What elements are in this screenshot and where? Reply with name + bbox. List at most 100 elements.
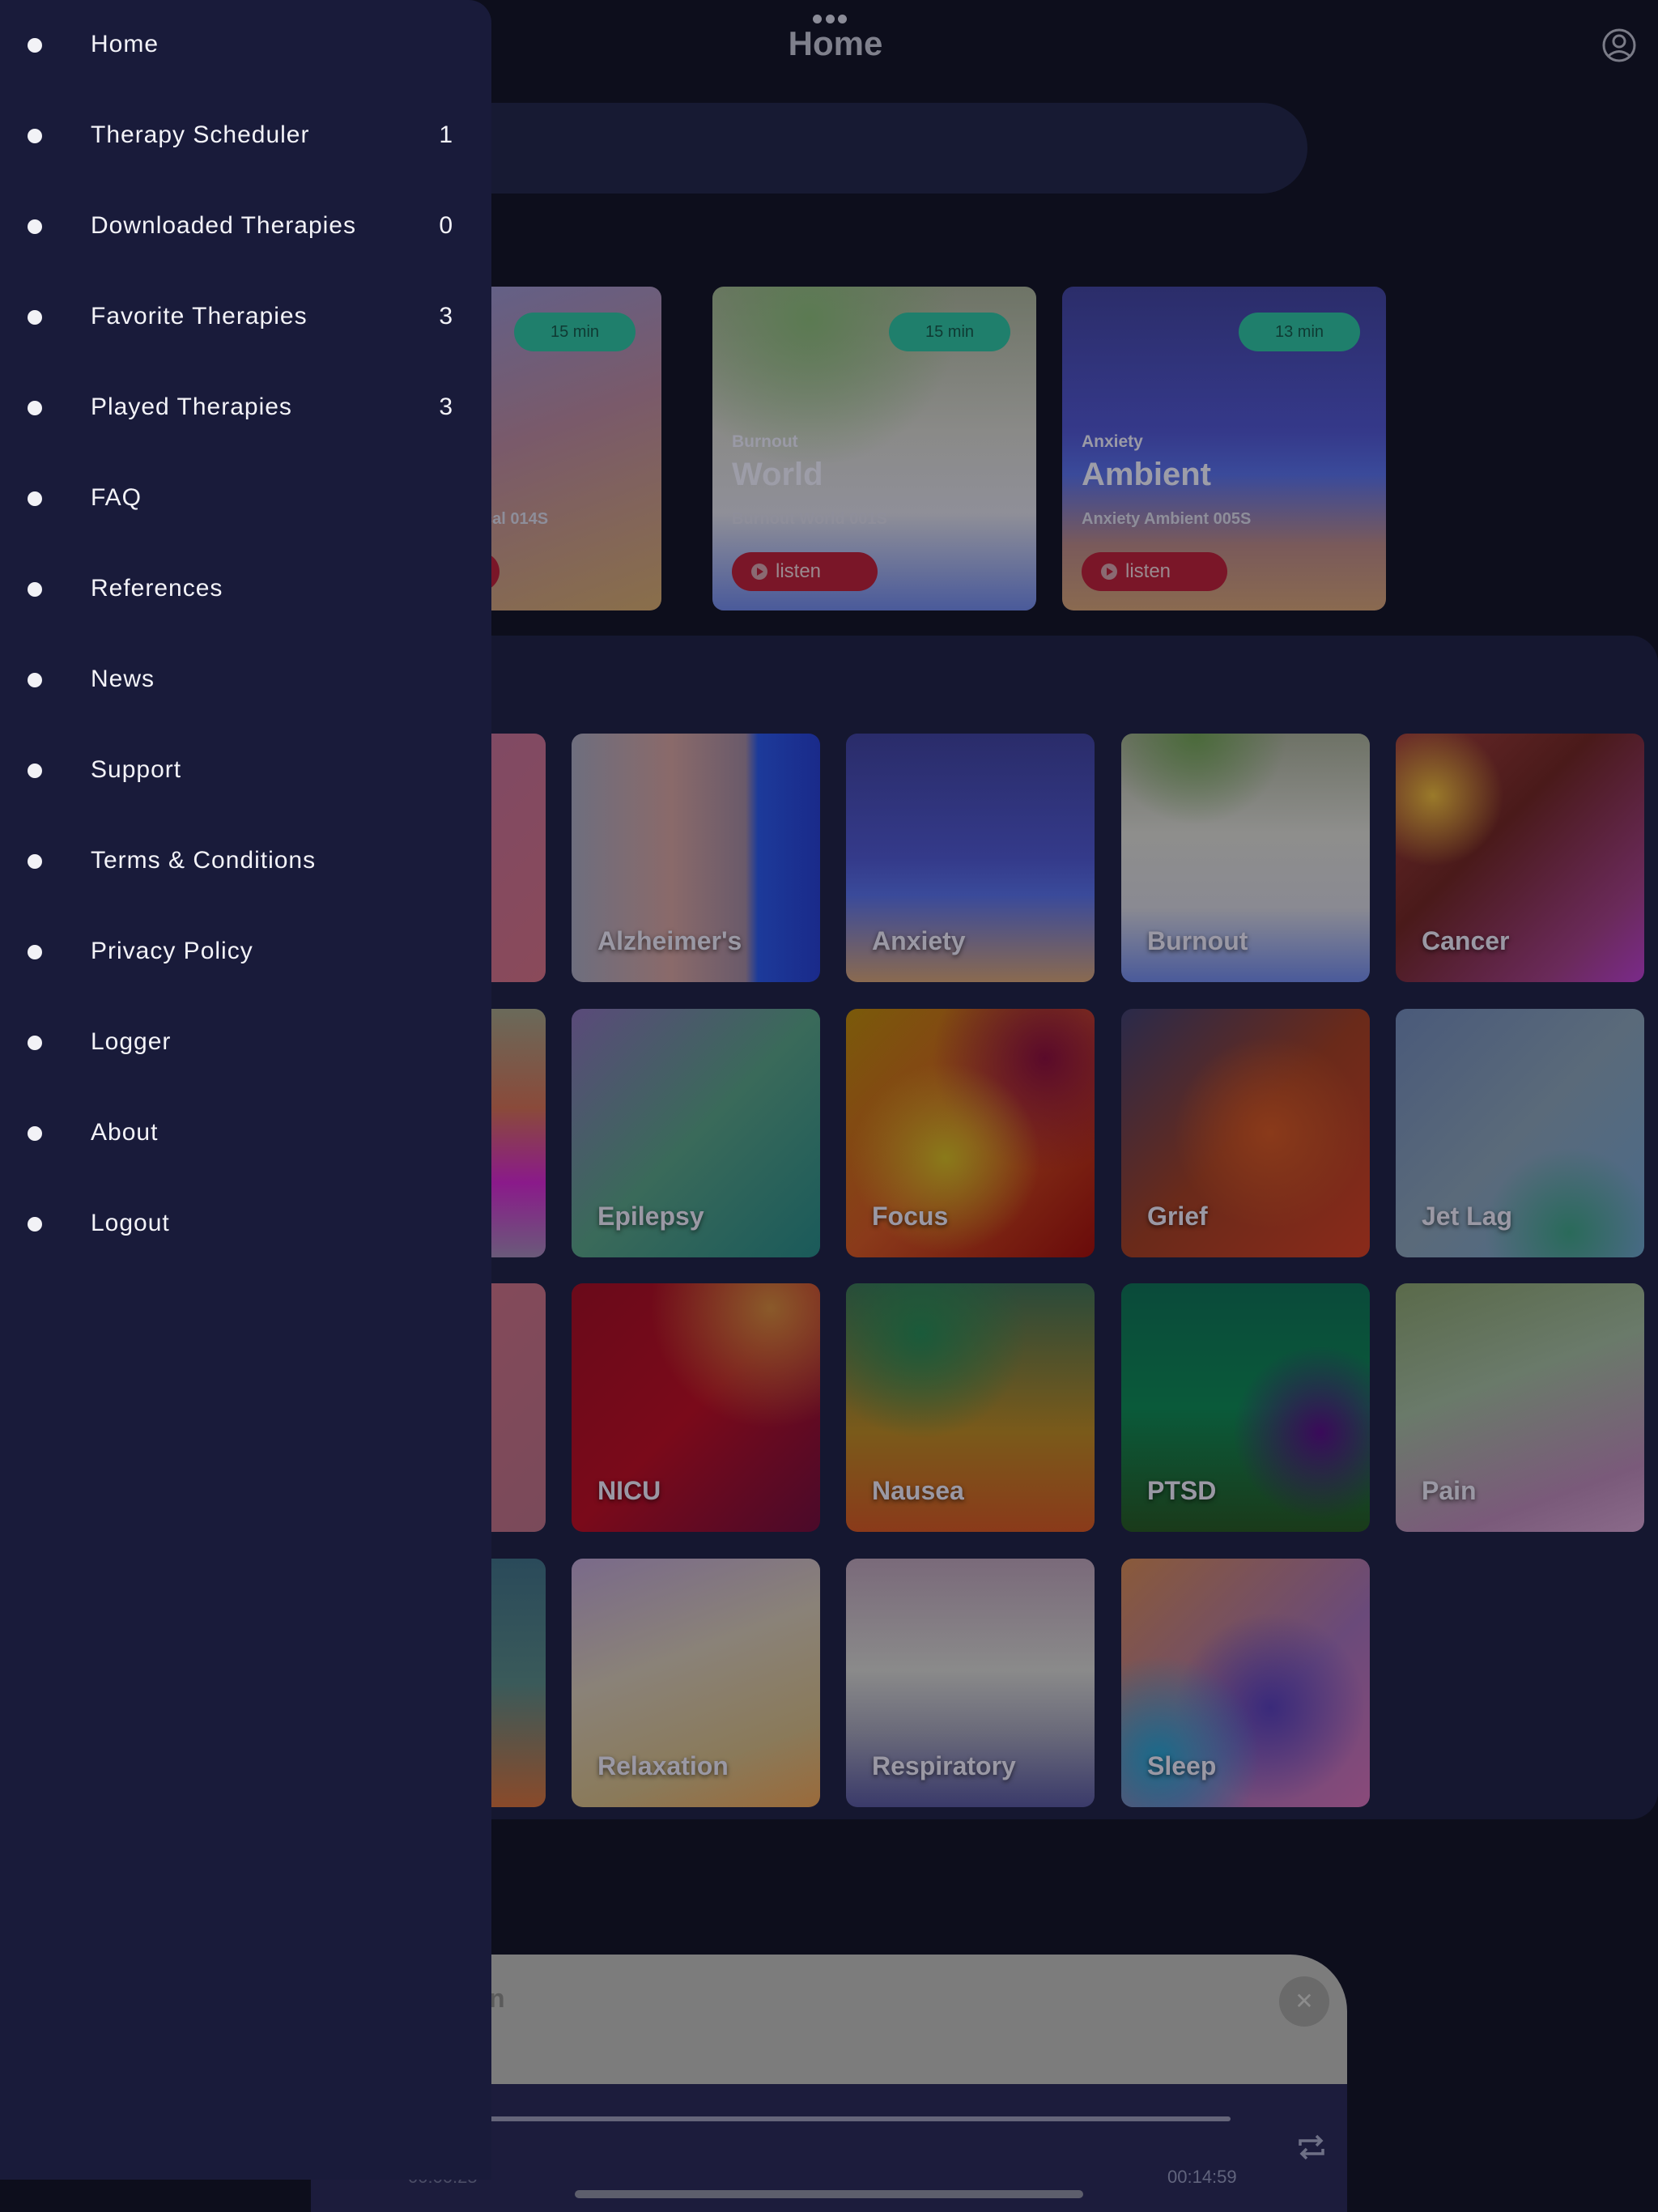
menu-item-faq[interactable]: FAQ — [0, 453, 491, 544]
category-label: PTSD — [1147, 1476, 1217, 1505]
category-tile[interactable]: Jet Lag — [1396, 1009, 1644, 1257]
menu-item-label: Favorite Therapies — [91, 303, 308, 330]
menu-item-count: 3 — [439, 303, 453, 330]
menu-item-count: 0 — [439, 212, 453, 239]
account-icon[interactable] — [1601, 28, 1637, 63]
category-tile[interactable]: Respiratory — [846, 1559, 1095, 1807]
bullet-icon — [28, 673, 42, 687]
bullet-icon — [28, 401, 42, 415]
category-label: Pain — [1422, 1476, 1477, 1505]
category-label: Nausea — [872, 1476, 964, 1505]
bullet-icon — [28, 1126, 42, 1141]
repeat-icon[interactable] — [1294, 2129, 1329, 2165]
category-label: Focus — [872, 1202, 949, 1231]
category-label: Grief — [1147, 1202, 1208, 1231]
menu-item-label: About — [91, 1119, 159, 1146]
menu-item-about[interactable]: About — [0, 1088, 491, 1179]
menu-item-label: Downloaded Therapies — [91, 212, 356, 239]
menu-item-label: Privacy Policy — [91, 938, 253, 964]
menu-item-label: Logout — [91, 1210, 170, 1236]
featured-title: World — [732, 457, 823, 492]
menu-item-count: 1 — [439, 121, 453, 148]
duration-badge: 13 min — [1239, 313, 1360, 351]
bullet-icon — [28, 854, 42, 869]
category-label: Cancer — [1422, 926, 1510, 955]
category-label: Anxiety — [872, 926, 966, 955]
menu-item-news[interactable]: News — [0, 635, 491, 725]
category-tile[interactable]: Sleep — [1121, 1559, 1370, 1807]
featured-category: Anxiety — [1082, 432, 1143, 451]
play-icon — [751, 564, 767, 580]
category-tile[interactable]: Grief — [1121, 1009, 1370, 1257]
menu-item-label: Played Therapies — [91, 393, 292, 420]
more-dots-icon[interactable] — [813, 15, 847, 24]
remaining-time: 00:14:59 — [1167, 2167, 1237, 2187]
category-label: Sleep — [1147, 1751, 1217, 1780]
category-tile[interactable]: Alzheimer's — [572, 734, 820, 982]
menu-item-played-therapies[interactable]: Played Therapies 3 — [0, 363, 491, 453]
category-tile[interactable]: Relaxation — [572, 1559, 820, 1807]
menu-item-label: Therapy Scheduler — [91, 121, 310, 148]
bullet-icon — [28, 945, 42, 959]
menu-item-references[interactable]: References — [0, 544, 491, 635]
menu-item-label: FAQ — [91, 484, 142, 511]
listen-label: listen — [776, 560, 822, 582]
home-indicator — [575, 2190, 1083, 2198]
bullet-icon — [28, 1217, 42, 1231]
menu-item-support[interactable]: Support — [0, 725, 491, 816]
category-tile[interactable]: Cancer — [1396, 734, 1644, 982]
side-drawer: Home Therapy Scheduler 1 Downloaded Ther… — [0, 0, 491, 2180]
category-tile[interactable]: Burnout — [1121, 734, 1370, 982]
category-tile[interactable]: Epilepsy — [572, 1009, 820, 1257]
featured-category: Burnout — [732, 432, 798, 451]
category-tile[interactable]: NICU — [572, 1283, 820, 1532]
bullet-icon — [28, 38, 42, 53]
category-tile[interactable]: Anxiety — [846, 734, 1095, 982]
menu-item-label: News — [91, 666, 155, 692]
category-label: Jet Lag — [1422, 1202, 1513, 1231]
menu-item-therapy-scheduler[interactable]: Therapy Scheduler 1 — [0, 91, 491, 181]
play-icon — [1101, 564, 1117, 580]
bullet-icon — [28, 1036, 42, 1050]
menu-item-favorite-therapies[interactable]: Favorite Therapies 3 — [0, 272, 491, 363]
category-tile[interactable]: PTSD — [1121, 1283, 1370, 1532]
featured-subtitle: cal 014S — [483, 510, 549, 528]
listen-button[interactable]: listen — [732, 552, 878, 591]
menu-item-count: 3 — [439, 393, 453, 420]
category-label: NICU — [597, 1476, 661, 1505]
bullet-icon — [28, 129, 42, 143]
featured-card[interactable]: 13 min Anxiety Ambient Anxiety Ambient 0… — [1062, 287, 1386, 610]
category-label: Epilepsy — [597, 1202, 704, 1231]
duration-badge: 15 min — [889, 313, 1010, 351]
menu-item-label: Home — [91, 31, 159, 57]
featured-title: Ambient — [1082, 457, 1211, 492]
bullet-icon — [28, 310, 42, 325]
bullet-icon — [28, 764, 42, 778]
listen-button[interactable]: listen — [1082, 552, 1227, 591]
category-label: Respiratory — [872, 1751, 1016, 1780]
bullet-icon — [28, 582, 42, 597]
category-label: Relaxation — [597, 1751, 729, 1780]
menu-item-terms-conditions[interactable]: Terms & Conditions — [0, 816, 491, 907]
featured-subtitle: Anxiety Ambient 005S — [1082, 510, 1252, 528]
category-tile[interactable]: Nausea — [846, 1283, 1095, 1532]
menu-item-home[interactable]: Home — [0, 0, 491, 91]
category-tile[interactable]: Pain — [1396, 1283, 1644, 1532]
menu-item-logger[interactable]: Logger — [0, 998, 491, 1088]
duration-badge: 15 min — [514, 313, 636, 351]
menu-item-label: Support — [91, 756, 182, 783]
close-icon[interactable]: ✕ — [1279, 1976, 1329, 2027]
menu-item-label: Terms & Conditions — [91, 847, 317, 874]
listen-label: listen — [1125, 560, 1171, 582]
category-tile[interactable]: Focus — [846, 1009, 1095, 1257]
featured-card[interactable]: 15 min Burnout World Burnout World 001S … — [712, 287, 1036, 610]
bullet-icon — [28, 219, 42, 234]
menu-item-label: References — [91, 575, 223, 602]
menu-item-downloaded-therapies[interactable]: Downloaded Therapies 0 — [0, 181, 491, 272]
category-label: Burnout — [1147, 926, 1248, 955]
menu-item-label: Logger — [91, 1028, 172, 1055]
category-label: Alzheimer's — [597, 926, 742, 955]
menu-item-logout[interactable]: Logout — [0, 1179, 491, 1270]
menu-item-privacy-policy[interactable]: Privacy Policy — [0, 907, 491, 998]
progress-bar[interactable] — [424, 2116, 1231, 2121]
